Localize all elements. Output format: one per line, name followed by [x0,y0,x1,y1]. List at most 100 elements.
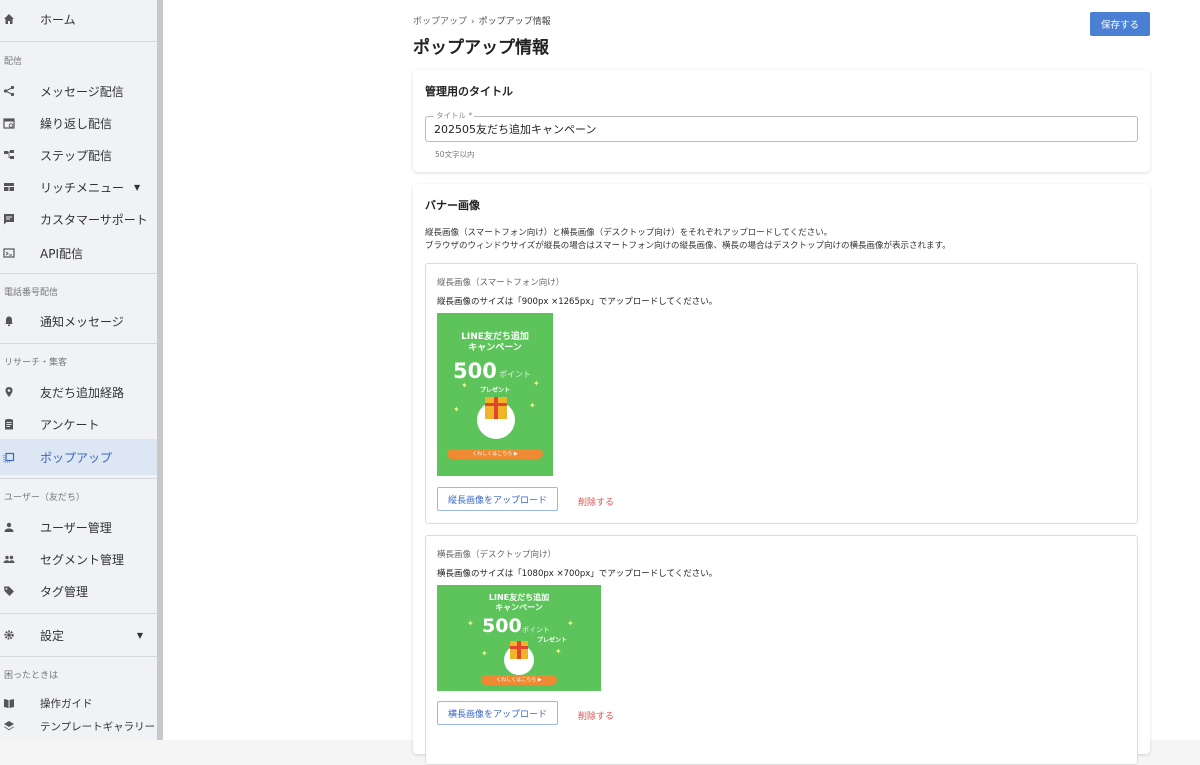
sidebar-item-label: メッセージ配信 [40,84,124,99]
sidebar-item-label: ユーザー管理 [40,520,112,535]
tag-icon [2,584,16,598]
sidebar-item-popup[interactable]: ポップアップ [0,439,157,475]
sidebar-item-support[interactable]: カスタマーサポート [0,201,157,237]
banner-cta: くわしくはこちら ▶ [481,675,557,685]
gift-icon [510,641,528,659]
banner-present: プレゼント [537,637,568,644]
sidebar-item-label: 設定 [40,628,65,643]
sidebar-section-help: 困ったときは [4,671,59,681]
gear-icon [2,628,16,642]
sidebar-item-user-mgmt[interactable]: ユーザー管理 [0,509,157,545]
sidebar-item-label: ポップアップ [40,450,113,465]
main-area: ポップアップ › ポップアップ情報 ポップアップ情報 保存する 管理用のタイトル タ… [163,0,1200,765]
banner-unit: ポイント [499,370,531,379]
banner-number: 500 [453,359,497,383]
sidebar-item-template[interactable]: テンプレートギャラリー [0,714,157,738]
title-field-label: タイトル * [434,110,475,121]
sidebar-item-home[interactable]: ホーム [0,1,157,37]
sidebar-item-repeat[interactable]: 繰り返し配信 [0,105,157,141]
terminal-icon [2,246,16,260]
person-icon [2,520,16,534]
sidebar-item-label: アンケート [40,417,100,432]
upload-portrait-button[interactable]: 縦長画像をアップロード [437,487,559,511]
sidebar-divider [0,478,157,479]
sidebar-item-survey[interactable]: アンケート [0,406,157,442]
sidebar-item-label: ステップ配信 [40,148,113,163]
breadcrumb: ポップアップ › ポップアップ情報 [413,14,551,27]
banner-line2: キャンペーン [495,603,543,612]
people-icon [2,552,16,566]
sidebar-item-notify[interactable]: 通知メッセージ [0,303,157,339]
portrait-title: 縦長画像（スマートフォン向け） [437,278,565,288]
page-title: ポップアップ情報 [413,38,549,58]
title-field: タイトル * [425,110,1138,142]
sidebar-item-tag[interactable]: タグ管理 [0,573,157,609]
sidebar-divider [0,343,157,344]
banner-desc-2: ブラウザのウィンドウサイズが縦長の場合はスマートフォン向けの縦長画像、横長の場合… [425,241,951,251]
upload-landscape-button[interactable]: 横長画像をアップロード [437,701,559,725]
sidebar-item-label: テンプレートギャラリー [40,720,156,733]
banner-line2: キャンペーン [468,343,522,353]
breadcrumb-parent-link[interactable]: ポップアップ [413,17,467,27]
sparkle-icon: ✦ [533,379,540,388]
sidebar-item-label: 通知メッセージ [40,314,124,329]
sidebar-divider [0,613,157,614]
sidebar-section-users: ユーザー（友だち） [4,493,85,503]
landscape-desc: 横長画像のサイズは「1080px ×700px」でアップロードしてください。 [437,569,718,579]
delete-landscape-link[interactable]: 削除する [578,709,614,722]
sidebar-item-message[interactable]: メッセージ配信 [0,73,157,109]
content-area: ポップアップ › ポップアップ情報 ポップアップ情報 保存する 管理用のタイトル タ… [413,0,1150,765]
banner-desc-1: 縦長画像（スマートフォン向け）と横長画像（デスクトップ向け）をそれぞれアップロー… [425,228,833,238]
title-card: 管理用のタイトル タイトル * 50文字以内 [413,70,1150,172]
chevron-down-icon[interactable]: ▼ [134,183,140,192]
sidebar: ホーム 配信 メッセージ配信 繰り返し配信 ステップ配信 リッチメニュー ▼ カ… [0,0,157,740]
sidebar-item-label: タグ管理 [40,584,89,599]
landscape-title: 横長画像（デスクトップ向け） [437,550,557,560]
sidebar-item-rich-menu[interactable]: リッチメニュー ▼ [0,169,157,205]
sidebar-item-label: 操作ガイド [40,697,93,710]
sidebar-item-settings[interactable]: 設定 ▼ [0,617,157,653]
sparkle-icon: ✦ [529,401,536,410]
home-icon [2,12,16,26]
breadcrumb-separator: › [471,17,475,27]
sidebar-item-label: 友だち追加経路 [40,385,125,400]
sidebar-divider [0,41,157,42]
sparkle-icon: ✦ [567,619,574,628]
banner-number: 500 [482,615,522,637]
sparkle-icon: ✦ [481,649,488,658]
chevron-down-icon[interactable]: ▼ [137,631,143,640]
sidebar-item-step[interactable]: ステップ配信 [0,137,157,173]
sidebar-item-segment[interactable]: セグメント管理 [0,541,157,577]
gift-icon [485,397,507,419]
sidebar-item-api[interactable]: API配信 [0,235,157,271]
portrait-subcard: 縦長画像（スマートフォン向け） 縦長画像のサイズは「900px ×1265px」… [425,263,1138,524]
tree-icon [2,148,16,162]
grid-menu-icon [2,180,16,194]
delete-portrait-link[interactable]: 削除する [578,495,614,508]
sparkle-icon: ✦ [453,405,460,414]
banner-card-heading: バナー画像 [425,199,480,212]
save-button[interactable]: 保存する [1090,12,1150,36]
sidebar-item-label: ホーム [40,12,76,27]
sidebar-item-label: 繰り返し配信 [40,116,113,131]
landscape-subcard: 横長画像（デスクトップ向け） 横長画像のサイズは「1080px ×700px」で… [425,535,1138,765]
sparkle-icon: ✦ [467,619,474,628]
bell-icon [2,314,16,328]
sidebar-item-label: セグメント管理 [40,552,125,567]
sparkle-icon: ✦ [555,647,562,656]
portrait-banner-image: LINE友だち追加 キャンペーン 500 ポイント プレゼント ✦ ✦ ✦ ✦ … [437,313,553,476]
title-input[interactable] [434,122,1124,135]
location-pin-icon [2,385,16,399]
chat-icon [2,212,16,226]
calendar-repeat-icon [2,116,16,130]
sidebar-item-friend-route[interactable]: 友だち追加経路 [0,374,157,410]
sidebar-item-guide[interactable]: 操作ガイド [0,691,157,715]
sidebar-section-research: リサーチ・集客 [4,358,68,368]
title-field-help: 50文字以内 [435,150,475,159]
banner-unit: ポイント [522,626,550,634]
sidebar-section-delivery: 配信 [4,57,23,67]
portrait-desc: 縦長画像のサイズは「900px ×1265px」でアップロードしてください。 [437,297,718,307]
banner-cta: くわしくはこちら ▶ [447,449,543,459]
breadcrumb-current: ポップアップ情報 [478,17,551,27]
sidebar-divider [0,656,157,657]
